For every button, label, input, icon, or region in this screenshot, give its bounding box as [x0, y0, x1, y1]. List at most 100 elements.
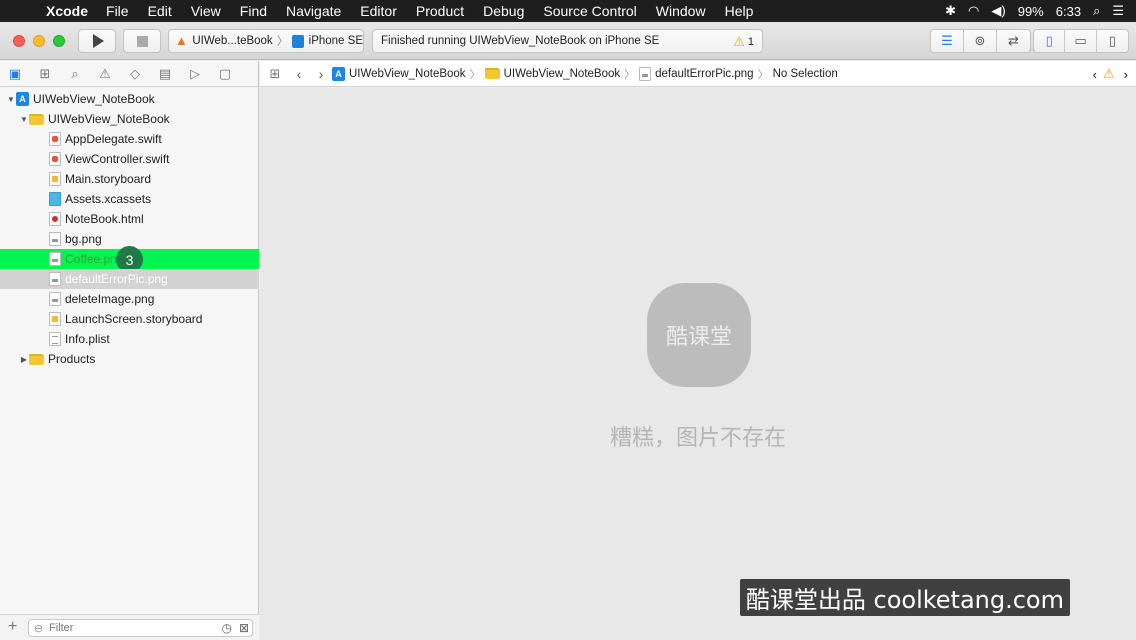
find-navigator-tab-icon[interactable]: ⌕: [60, 66, 90, 82]
asset-catalog-icon: [49, 192, 61, 206]
breadcrumb-label: No Selection: [772, 67, 838, 80]
close-window-button[interactable]: [13, 35, 25, 47]
debug-navigator-tab-icon[interactable]: ▤: [150, 66, 180, 82]
disclosure-closed-icon[interactable]: ▶: [19, 355, 29, 364]
tree-row-file[interactable]: ViewController.swift: [0, 149, 259, 169]
tree-row-file-highlighted[interactable]: Coffee.png 3: [0, 246, 259, 273]
breadcrumb-project[interactable]: A UIWebView_NoteBook: [332, 66, 466, 81]
clock[interactable]: 6:33: [1056, 4, 1081, 19]
menu-window[interactable]: Window: [656, 3, 706, 19]
tree-label: NoteBook.html: [65, 212, 144, 226]
tree-label: AppDelegate.swift: [65, 132, 162, 146]
volume-icon[interactable]: ◀): [991, 3, 1005, 19]
tree-row-file[interactable]: AppDelegate.swift: [0, 129, 259, 149]
menu-help[interactable]: Help: [725, 3, 754, 19]
add-file-icon[interactable]: +: [8, 618, 17, 636]
image-preview-editor: 酷课堂 糟糕，图片不存在 酷课堂出品 coolketang.com: [260, 88, 1136, 640]
menu-product[interactable]: Product: [416, 3, 464, 19]
menu-navigate[interactable]: Navigate: [286, 3, 341, 19]
tree-row-products[interactable]: ▶ Products: [0, 349, 259, 369]
spotlight-icon[interactable]: ⌕: [1093, 3, 1100, 19]
storyboard-file-icon: [49, 312, 61, 326]
breadcrumb-selection[interactable]: No Selection: [773, 68, 838, 80]
notification-center-icon[interactable]: ☰: [1112, 3, 1124, 19]
image-file-icon: [639, 66, 652, 81]
related-items-icon[interactable]: ⊞: [262, 66, 288, 82]
next-issue-icon[interactable]: ›: [1124, 67, 1128, 82]
debug-area-toggle-icon[interactable]: ▭: [1065, 30, 1097, 52]
previous-issue-icon[interactable]: ‹: [1093, 67, 1097, 82]
tree-row-project[interactable]: ▼ A UIWebView_NoteBook: [0, 89, 259, 109]
minimize-window-button[interactable]: [33, 35, 45, 47]
assistant-editor-icon[interactable]: ⊚: [964, 30, 997, 52]
breadcrumb-file[interactable]: defaultErrorPic.png: [639, 66, 754, 81]
source-control-filter-icon[interactable]: ⊠: [239, 621, 249, 635]
tree-row-group[interactable]: ▼ UIWebView_NoteBook: [0, 109, 259, 129]
disclosure-open-icon[interactable]: ▼: [6, 95, 16, 104]
project-navigator-tab-icon[interactable]: ▣: [0, 66, 30, 82]
filter-input[interactable]: [49, 621, 199, 635]
battery-percent[interactable]: 99%: [1018, 4, 1044, 19]
tree-row-file[interactable]: Main.storyboard: [0, 169, 259, 189]
warning-icon: ⚠: [733, 34, 745, 49]
tree-row-file[interactable]: LaunchScreen.storyboard: [0, 309, 259, 329]
tree-label: bg.png: [65, 232, 102, 246]
menu-edit[interactable]: Edit: [148, 3, 172, 19]
menu-file[interactable]: File: [106, 3, 129, 19]
menu-editor[interactable]: Editor: [360, 3, 397, 19]
menu-source-control[interactable]: Source Control: [543, 3, 636, 19]
tree-label: Products: [48, 352, 96, 366]
stop-button[interactable]: [123, 29, 161, 53]
utilities-toggle-icon[interactable]: ▯: [1097, 30, 1128, 52]
project-icon: A: [16, 92, 29, 106]
play-icon: [93, 34, 104, 48]
scheme-device-name: iPhone SE: [308, 35, 363, 47]
breakpoint-navigator-tab-icon[interactable]: ▷: [180, 66, 210, 82]
scheme-selector[interactable]: ▲ UIWeb...teBook 〉 iPhone SE: [168, 29, 364, 53]
report-navigator-tab-icon[interactable]: ▢: [210, 66, 240, 82]
menu-view[interactable]: View: [191, 3, 221, 19]
activity-view[interactable]: Finished running UIWebView_NoteBook on i…: [372, 29, 763, 53]
recent-files-icon[interactable]: ◷: [222, 621, 232, 635]
issue-navigator-tab-icon[interactable]: ⚠: [90, 66, 120, 82]
disclosure-open-icon[interactable]: ▼: [19, 115, 29, 124]
watermark: 酷课堂出品 coolketang.com: [739, 579, 1070, 616]
breadcrumb-label: UIWebView_NoteBook: [349, 67, 466, 80]
breadcrumb-group[interactable]: UIWebView_NoteBook: [484, 67, 621, 80]
jump-bar: ⊞ ‹ › A UIWebView_NoteBook 〉 UIWebView_N…: [260, 61, 1136, 87]
menu-app-name[interactable]: Xcode: [46, 3, 88, 19]
warning-indicator[interactable]: ⚠ 1: [733, 34, 754, 50]
breadcrumb-label: defaultErrorPic.png: [655, 67, 754, 80]
tree-row-file[interactable]: deleteImage.png: [0, 289, 259, 309]
go-forward-icon[interactable]: ›: [310, 66, 332, 82]
bluetooth-icon[interactable]: ✱: [945, 3, 956, 19]
menu-debug[interactable]: Debug: [483, 3, 524, 19]
navigator-toggle-icon[interactable]: ▯: [1034, 30, 1066, 52]
scheme-separator-icon: 〉: [276, 36, 289, 48]
go-back-icon[interactable]: ‹: [288, 66, 310, 82]
folder-icon: [29, 353, 44, 365]
filter-box: ⊖ ◷ ⊠: [28, 619, 253, 637]
run-button[interactable]: [78, 29, 116, 53]
image-file-icon: [49, 252, 61, 266]
stop-icon: [136, 35, 148, 47]
standard-editor-icon[interactable]: ☰: [931, 30, 964, 52]
test-navigator-tab-icon[interactable]: ◇: [120, 66, 150, 82]
iphone-icon: [292, 34, 304, 48]
tree-row-file[interactable]: Assets.xcassets: [0, 189, 259, 209]
image-file-icon: [49, 292, 61, 306]
symbol-navigator-tab-icon[interactable]: ⊞: [30, 66, 60, 82]
menu-find[interactable]: Find: [240, 3, 267, 19]
zoom-window-button[interactable]: [53, 35, 65, 47]
swift-file-icon: [49, 132, 61, 146]
version-editor-icon[interactable]: ⇄: [997, 30, 1030, 52]
breadcrumb-label: UIWebView_NoteBook: [503, 67, 621, 80]
tree-label: UIWebView_NoteBook: [33, 92, 155, 106]
issue-warning-icon[interactable]: ⚠: [1103, 66, 1115, 82]
tree-row-file-selected[interactable]: defaultErrorPic.png: [0, 269, 259, 289]
tree-row-file[interactable]: Info.plist: [0, 329, 259, 349]
navigator-filter-bar: + ⊖ ◷ ⊠: [0, 614, 259, 640]
folder-icon: [484, 68, 500, 79]
tree-row-file[interactable]: NoteBook.html: [0, 209, 259, 229]
wifi-icon[interactable]: ◠: [968, 3, 979, 19]
